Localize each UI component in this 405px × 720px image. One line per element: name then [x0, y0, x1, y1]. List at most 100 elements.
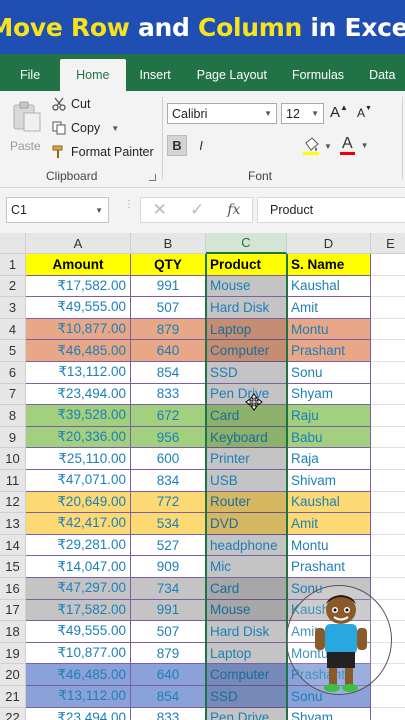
empty-cell[interactable] [371, 470, 405, 492]
row-header[interactable]: 21 [0, 686, 26, 708]
empty-cell[interactable] [371, 254, 405, 276]
amount-cell[interactable]: ₹46,485.00 [26, 664, 131, 686]
qty-cell[interactable]: 833 [131, 383, 206, 406]
empty-cell[interactable] [371, 556, 405, 578]
product-cell[interactable]: Router [206, 491, 287, 514]
amount-cell[interactable]: ₹13,112.00 [26, 686, 131, 708]
header-cell-amount[interactable]: Amount [26, 254, 131, 276]
qty-cell[interactable]: 734 [131, 578, 206, 600]
amount-cell[interactable]: ₹49,555.00 [26, 621, 131, 643]
product-cell[interactable]: Mic [206, 556, 287, 578]
row-header[interactable]: 22 [0, 707, 26, 720]
qty-cell[interactable]: 991 [131, 275, 206, 298]
clipboard-launcher-icon[interactable] [149, 174, 156, 181]
row-header[interactable]: 2 [0, 275, 26, 298]
name-cell[interactable]: Shyam [287, 707, 371, 720]
product-cell[interactable]: Pen Drive [206, 707, 287, 720]
font-color-button[interactable]: A ▼ [340, 133, 376, 157]
row-header[interactable]: 16 [0, 578, 26, 600]
name-cell[interactable]: Prashant [287, 340, 371, 362]
empty-cell[interactable] [371, 686, 405, 708]
empty-cell[interactable] [371, 708, 405, 720]
empty-cell[interactable] [371, 340, 405, 362]
product-cell[interactable]: Laptop [206, 642, 287, 665]
row-header[interactable]: 1 [0, 254, 26, 276]
empty-cell[interactable] [371, 297, 405, 319]
copy-button[interactable]: Copy ▼ [52, 121, 119, 135]
empty-cell[interactable] [371, 578, 405, 600]
font-name-select[interactable]: Calibri ▼ [167, 103, 277, 124]
amount-cell[interactable]: ₹10,877.00 [26, 642, 131, 665]
product-cell[interactable]: Laptop [206, 318, 287, 341]
select-all-corner[interactable] [0, 233, 26, 254]
product-cell[interactable]: Mouse [206, 275, 287, 298]
qty-cell[interactable]: 534 [131, 513, 206, 535]
formula-input[interactable]: Product [257, 197, 405, 223]
qty-cell[interactable]: 507 [131, 297, 206, 319]
format-painter-button[interactable]: Format Painter [52, 145, 154, 159]
amount-cell[interactable]: ₹46,485.00 [26, 340, 131, 362]
name-cell[interactable]: Montu [287, 318, 371, 341]
name-cell[interactable]: Raju [287, 405, 371, 427]
row-header[interactable]: 6 [0, 362, 26, 384]
tab-data[interactable]: Data [357, 59, 405, 91]
product-cell[interactable]: Computer [206, 340, 287, 362]
cancel-icon[interactable]: ✕ [153, 200, 167, 220]
amount-cell[interactable]: ₹49,555.00 [26, 297, 131, 319]
qty-cell[interactable]: 600 [131, 448, 206, 470]
name-box[interactable]: C1 ▼ [6, 197, 109, 223]
row-header[interactable]: 3 [0, 297, 26, 319]
name-cell[interactable]: Montu [287, 534, 371, 557]
row-header[interactable]: 12 [0, 491, 26, 514]
tab-insert[interactable]: Insert [126, 59, 185, 91]
qty-cell[interactable]: 640 [131, 664, 206, 686]
row-header[interactable]: 5 [0, 340, 26, 362]
italic-button[interactable]: I [191, 135, 211, 156]
name-cell[interactable]: Prashant [287, 556, 371, 578]
qty-cell[interactable]: 834 [131, 470, 206, 492]
qty-cell[interactable]: 833 [131, 707, 206, 720]
product-cell[interactable]: headphone [206, 534, 287, 557]
product-cell[interactable]: Mouse [206, 599, 287, 622]
copy-dropdown-icon[interactable]: ▼ [111, 124, 119, 133]
qty-cell[interactable]: 854 [131, 686, 206, 708]
row-header[interactable]: 20 [0, 664, 26, 686]
tab-home[interactable]: Home [60, 59, 126, 91]
row-header[interactable]: 19 [0, 642, 26, 665]
product-cell[interactable]: Hard Disk [206, 621, 287, 643]
row-header[interactable]: 13 [0, 513, 26, 535]
font-size-select[interactable]: 12 ▼ [281, 103, 324, 124]
qty-cell[interactable]: 527 [131, 534, 206, 557]
column-header-b[interactable]: B [131, 233, 206, 254]
amount-cell[interactable]: ₹17,582.00 [26, 599, 131, 622]
empty-cell[interactable] [371, 362, 405, 384]
product-cell[interactable]: SSD [206, 686, 287, 708]
product-cell[interactable]: USB [206, 470, 287, 492]
cut-button[interactable]: Cut [52, 97, 90, 111]
product-cell[interactable]: Computer [206, 664, 287, 686]
product-cell[interactable]: Printer [206, 448, 287, 470]
name-cell[interactable]: Amit [287, 513, 371, 535]
product-cell[interactable]: DVD [206, 513, 287, 535]
paste-button[interactable]: Paste [8, 97, 46, 161]
product-cell[interactable]: SSD [206, 362, 287, 384]
amount-cell[interactable]: ₹13,112.00 [26, 362, 131, 384]
empty-cell[interactable] [371, 319, 405, 341]
amount-cell[interactable]: ₹29,281.00 [26, 534, 131, 557]
tab-formulas[interactable]: Formulas [279, 59, 357, 91]
column-header-c[interactable]: C [206, 233, 287, 254]
empty-cell[interactable] [371, 513, 405, 535]
qty-cell[interactable]: 991 [131, 599, 206, 622]
product-cell[interactable]: Hard Disk [206, 297, 287, 319]
amount-cell[interactable]: ₹20,649.00 [26, 491, 131, 514]
enter-check-icon[interactable]: ✓ [190, 200, 204, 220]
amount-cell[interactable]: ₹23,494.00 [26, 707, 131, 720]
qty-cell[interactable]: 772 [131, 491, 206, 514]
header-cell-qty[interactable]: QTY [131, 254, 206, 276]
header-cell-name[interactable]: S. Name [287, 254, 371, 276]
qty-cell[interactable]: 879 [131, 318, 206, 341]
row-header[interactable]: 18 [0, 621, 26, 643]
name-cell[interactable]: Shivam [287, 470, 371, 492]
fill-color-button[interactable]: ▼ [302, 135, 342, 157]
row-header[interactable]: 9 [0, 426, 26, 449]
